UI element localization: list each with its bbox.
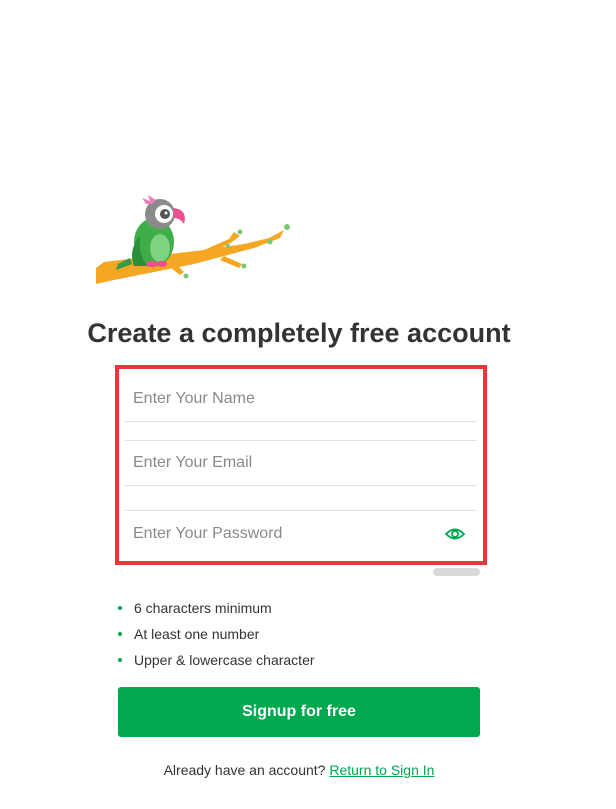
email-field-wrapper	[125, 440, 477, 486]
eye-icon[interactable]	[445, 526, 465, 542]
password-strength-bar	[433, 568, 480, 576]
bullet-icon	[118, 606, 122, 610]
bullet-icon	[118, 658, 122, 662]
name-input[interactable]	[125, 376, 477, 421]
signup-form	[115, 365, 487, 565]
password-rule: Upper & lowercase character	[117, 649, 315, 675]
rule-text: Upper & lowercase character	[134, 652, 315, 668]
rule-text: At least one number	[134, 626, 260, 642]
password-rules-list: 6 characters minimum At least one number…	[117, 597, 315, 675]
email-input[interactable]	[125, 441, 477, 485]
signin-row: Already have an account? Return to Sign …	[0, 762, 598, 778]
rule-text: 6 characters minimum	[134, 600, 272, 616]
password-rule: At least one number	[117, 623, 315, 649]
password-input[interactable]	[125, 511, 477, 556]
name-field-wrapper	[125, 376, 477, 422]
return-to-signin-link[interactable]: Return to Sign In	[329, 762, 434, 778]
signup-button[interactable]: Signup for free	[118, 687, 480, 737]
parrot-logo-icon	[96, 195, 290, 284]
password-rule: 6 characters minimum	[117, 597, 315, 623]
password-field-wrapper	[125, 510, 477, 556]
bullet-icon	[118, 632, 122, 636]
page-title: Create a completely free account	[87, 318, 511, 348]
signin-prompt: Already have an account?	[163, 762, 326, 778]
